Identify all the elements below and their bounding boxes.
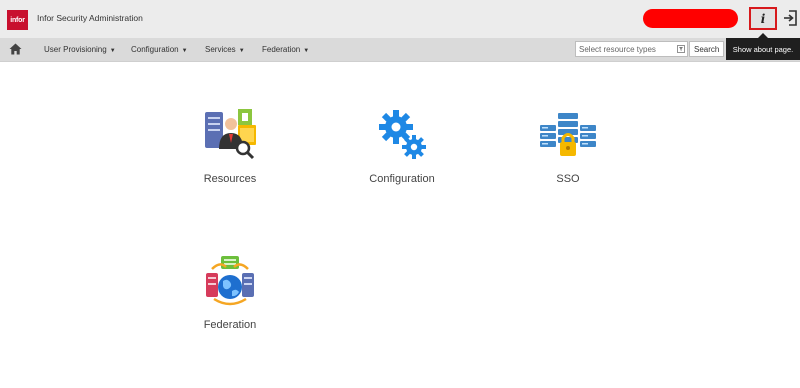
nav-label: Configuration [131, 45, 179, 54]
caret-down-icon: ▼ [238, 48, 245, 54]
resource-type-select[interactable] [575, 41, 688, 57]
tile-resources[interactable]: Resources [180, 107, 280, 185]
home-icon[interactable] [9, 43, 22, 55]
caret-down-icon: ▼ [303, 48, 310, 54]
nav-federation[interactable]: Federation ▼ [262, 45, 309, 54]
nav-user-provisioning[interactable]: User Provisioning ▼ [44, 45, 116, 54]
tile-label: SSO [556, 173, 580, 185]
nav-label: User Provisioning [44, 45, 107, 54]
about-tooltip: Show about page. [726, 33, 800, 60]
caret-down-icon: ▼ [109, 48, 116, 54]
search-button[interactable]: Search [689, 41, 724, 57]
tile-label: Federation [203, 319, 257, 331]
search-button-label: Search [694, 44, 720, 54]
app-title: Infor Security Administration [37, 13, 143, 23]
tile-federation[interactable]: Federation [180, 253, 280, 331]
tile-label: Resources [203, 173, 257, 185]
top-bar: infor Infor Security Administration i [0, 0, 800, 38]
infor-logo[interactable]: infor [7, 10, 28, 30]
tile-label: Configuration [369, 173, 435, 185]
info-icon: i [760, 11, 766, 26]
sso-servers-lock-icon [540, 113, 596, 156]
tooltip-text: Show about page. [732, 44, 794, 54]
tile-sso[interactable]: SSO [518, 107, 618, 185]
resources-icon [205, 109, 256, 160]
nav-label: Services [205, 45, 236, 54]
nav-configuration[interactable]: Configuration ▼ [131, 45, 188, 54]
logo-text: infor [10, 16, 25, 24]
caret-down-icon: ▼ [181, 48, 188, 54]
gears-icon [379, 110, 426, 159]
filter-icon[interactable] [677, 45, 685, 53]
about-button[interactable]: i [749, 7, 777, 30]
federation-globe-icon [206, 256, 254, 306]
nav-label: Federation [262, 45, 301, 54]
sign-in-icon[interactable] [783, 10, 797, 26]
redacted-user-name[interactable] [643, 9, 738, 28]
tile-configuration[interactable]: Configuration [352, 107, 452, 185]
nav-services[interactable]: Services ▼ [205, 45, 245, 54]
